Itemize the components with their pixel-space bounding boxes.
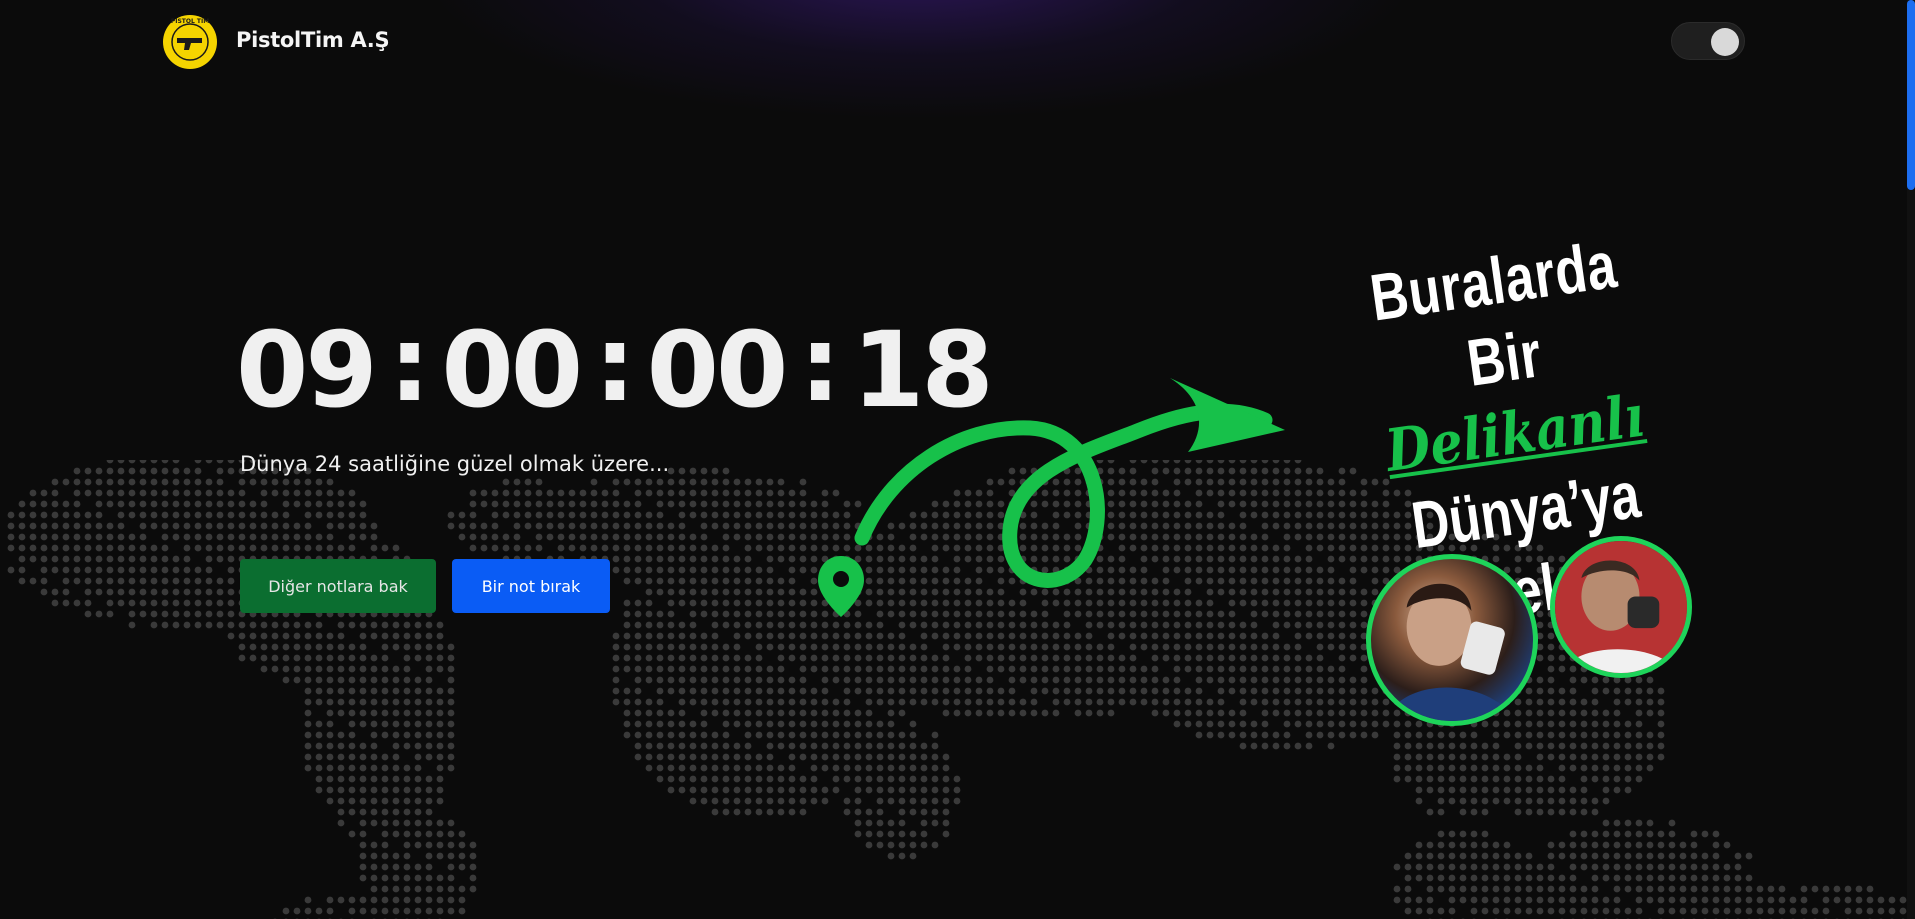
countdown-timer: 09 : 00 : 00 : 18 bbox=[236, 309, 994, 431]
logo-text: PISTOL TIM bbox=[171, 18, 209, 25]
countdown-separator: : bbox=[594, 303, 636, 425]
navbar: PISTOL TIM PistolTim A.Ş bbox=[0, 0, 1915, 86]
page-scrollbar[interactable] bbox=[1907, 0, 1915, 919]
countdown-minutes: 00 bbox=[646, 309, 789, 431]
leave-note-button[interactable]: Bir not bırak bbox=[452, 559, 610, 613]
toggle-knob bbox=[1711, 28, 1739, 56]
countdown-seconds: 18 bbox=[851, 309, 994, 431]
avatar-photo-left bbox=[1366, 554, 1538, 726]
countdown-separator: : bbox=[799, 303, 841, 425]
pistol-icon: PISTOL TIM bbox=[163, 15, 217, 69]
brand-name[interactable]: PistolTim A.Ş bbox=[236, 28, 390, 52]
brand-logo[interactable]: PISTOL TIM bbox=[162, 14, 218, 70]
theme-toggle[interactable] bbox=[1671, 22, 1745, 60]
countdown-hours: 00 bbox=[441, 309, 583, 431]
landing-page: PISTOL TIM PistolTim A.Ş 09 : 00 : 00 : … bbox=[0, 0, 1915, 919]
other-notes-button[interactable]: Diğer notlara bak bbox=[240, 559, 436, 613]
hero-subtitle: Dünya 24 saatliğine güzel olmak üzere... bbox=[240, 452, 670, 476]
avatar-photo-right bbox=[1550, 536, 1692, 678]
scrollbar-thumb[interactable] bbox=[1907, 0, 1915, 190]
countdown-separator: : bbox=[388, 303, 431, 425]
countdown-days: 09 bbox=[236, 309, 378, 431]
